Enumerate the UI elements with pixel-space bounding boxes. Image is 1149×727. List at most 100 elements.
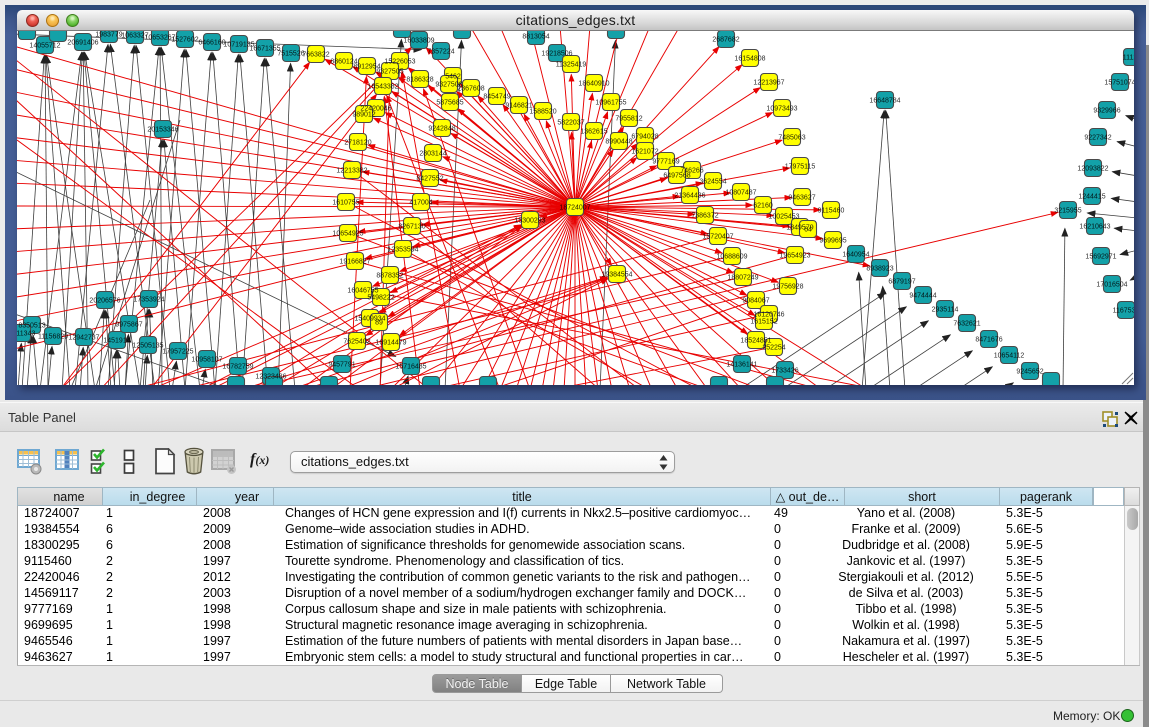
svg-text:1621072: 1621072 xyxy=(631,149,658,156)
svg-text:9699695: 9699695 xyxy=(819,238,846,245)
svg-text:8878352: 8878352 xyxy=(376,273,403,280)
svg-text:15226053: 15226053 xyxy=(384,59,415,66)
svg-text:16914479: 16914479 xyxy=(375,340,406,347)
svg-text:11123: 11123 xyxy=(1123,55,1134,62)
svg-text:10961755: 10961755 xyxy=(595,100,626,107)
svg-text:6466160: 6466160 xyxy=(198,40,225,47)
svg-text:15300293: 15300293 xyxy=(514,218,545,225)
svg-text:1244415: 1244415 xyxy=(1078,194,1105,201)
svg-text:17957225: 17957225 xyxy=(162,349,193,356)
svg-text:7515526: 7515526 xyxy=(277,51,304,58)
svg-text:10654925: 10654925 xyxy=(332,231,363,238)
svg-text:16210643: 16210643 xyxy=(1079,224,1110,231)
svg-text:1983779: 1983779 xyxy=(95,32,122,39)
svg-text:10973493: 10973493 xyxy=(766,106,797,113)
svg-text:1733426: 1733426 xyxy=(771,368,798,375)
svg-text:9777169: 9777169 xyxy=(652,159,679,166)
svg-text:3911343: 3911343 xyxy=(17,331,35,338)
svg-text:16543382: 16543382 xyxy=(367,84,398,91)
svg-text:9327505: 9327505 xyxy=(376,69,403,76)
svg-text:7357224: 7357224 xyxy=(427,49,454,56)
svg-text:15716485: 15716485 xyxy=(395,364,426,371)
svg-text:8186328: 8186328 xyxy=(406,77,433,84)
svg-text:19654923: 19654923 xyxy=(779,253,810,260)
svg-text:19384554: 19384554 xyxy=(601,272,632,279)
svg-text:5875685: 5875685 xyxy=(436,100,463,107)
svg-text:1610755: 1610755 xyxy=(332,200,359,207)
svg-text:10654112: 10654112 xyxy=(994,353,1025,360)
svg-text:11156829: 11156829 xyxy=(38,334,68,341)
svg-text:14136141: 14136141 xyxy=(726,362,757,369)
svg-text:7386372: 7386372 xyxy=(691,213,718,220)
svg-text:16648784: 16648784 xyxy=(869,98,900,105)
svg-text:2367608: 2367608 xyxy=(457,86,484,93)
svg-text:17016504: 17016504 xyxy=(1096,282,1127,289)
svg-text:7663822: 7663822 xyxy=(302,52,329,59)
svg-text:16046755: 16046755 xyxy=(347,288,378,295)
svg-text:20206576: 20206576 xyxy=(89,298,120,305)
svg-text:16671355: 16671355 xyxy=(249,46,280,53)
svg-text:9474444: 9474444 xyxy=(909,293,936,300)
svg-text:8990448: 8990448 xyxy=(605,139,632,146)
svg-text:252254: 252254 xyxy=(762,345,785,352)
svg-text:62160: 62160 xyxy=(753,203,773,210)
svg-text:6794028: 6794028 xyxy=(631,134,658,141)
svg-text:989012: 989012 xyxy=(352,112,375,119)
svg-text:15692971: 15692971 xyxy=(1085,254,1116,261)
svg-text:5462: 5462 xyxy=(445,74,461,81)
svg-text:10958107: 10958107 xyxy=(191,357,222,364)
svg-text:8350513: 8350513 xyxy=(18,323,45,330)
svg-text:64: 64 xyxy=(804,227,812,234)
svg-text:14055712: 14055712 xyxy=(29,43,60,50)
svg-text:1588520: 1588520 xyxy=(529,109,556,116)
svg-text:9975867: 9975867 xyxy=(115,322,142,329)
svg-text:15751074: 15751074 xyxy=(1104,80,1134,87)
svg-text:8938923: 8938923 xyxy=(866,266,893,273)
svg-text:9463627: 9463627 xyxy=(788,195,815,202)
svg-text:1167533: 1167533 xyxy=(1113,308,1134,315)
svg-text:18724007: 18724007 xyxy=(559,205,590,212)
svg-text:12942737: 12942737 xyxy=(68,335,99,342)
svg-text:20153346: 20153346 xyxy=(147,127,178,134)
svg-text:12353594: 12353594 xyxy=(387,247,418,254)
svg-text:8454749: 8454749 xyxy=(483,94,510,101)
svg-text:12213967: 12213967 xyxy=(753,80,784,87)
svg-text:15720407: 15720407 xyxy=(702,234,733,241)
svg-text:7632621: 7632621 xyxy=(953,321,980,328)
svg-text:18640910: 18640910 xyxy=(578,81,609,88)
svg-text:6497568: 6497568 xyxy=(663,173,690,180)
svg-text:21364436: 21364436 xyxy=(674,193,705,200)
svg-text:5822037: 5822037 xyxy=(557,120,584,127)
svg-text:7625402: 7625402 xyxy=(343,339,370,346)
svg-text:3624554: 3624554 xyxy=(699,179,726,186)
svg-text:12213382: 12213382 xyxy=(336,168,367,175)
svg-text:19166827: 19166827 xyxy=(339,259,370,266)
svg-text:9115460: 9115460 xyxy=(818,208,845,215)
svg-text:1527602: 1527602 xyxy=(171,37,198,44)
svg-text:6879197: 6879197 xyxy=(888,279,915,286)
svg-text:18524851: 18524851 xyxy=(740,338,771,345)
svg-text:9084067: 9084067 xyxy=(742,298,769,305)
svg-text:19218506: 19218506 xyxy=(541,51,572,58)
svg-text:11325419: 11325419 xyxy=(556,62,587,69)
svg-text:18807249: 18807249 xyxy=(727,275,758,282)
svg-text:417004: 417004 xyxy=(409,200,432,207)
svg-text:8471676: 8471676 xyxy=(975,337,1002,344)
svg-text:9329966: 9329966 xyxy=(1093,108,1120,115)
svg-text:9245652: 9245652 xyxy=(1016,369,1043,376)
svg-text:12323486: 12323486 xyxy=(255,374,286,381)
svg-text:7955812: 7955812 xyxy=(615,116,642,123)
svg-text:2935114: 2935114 xyxy=(932,307,959,314)
svg-text:10025453: 10025453 xyxy=(768,214,799,221)
svg-text:10807487: 10807487 xyxy=(725,190,756,197)
svg-text:9242848: 9242848 xyxy=(428,126,455,133)
svg-text:3215955: 3215955 xyxy=(1054,208,1081,215)
svg-text:16782759: 16782759 xyxy=(222,364,253,371)
svg-text:1451914: 1451914 xyxy=(103,338,130,345)
svg-text:9227342: 9227342 xyxy=(1084,135,1111,142)
svg-text:2718120: 2718120 xyxy=(344,140,371,147)
svg-text:8427552: 8427552 xyxy=(416,176,443,183)
svg-text:2803144: 2803144 xyxy=(419,151,446,158)
svg-text:12505135: 12505135 xyxy=(132,343,163,350)
svg-text:2687682: 2687682 xyxy=(712,37,739,44)
